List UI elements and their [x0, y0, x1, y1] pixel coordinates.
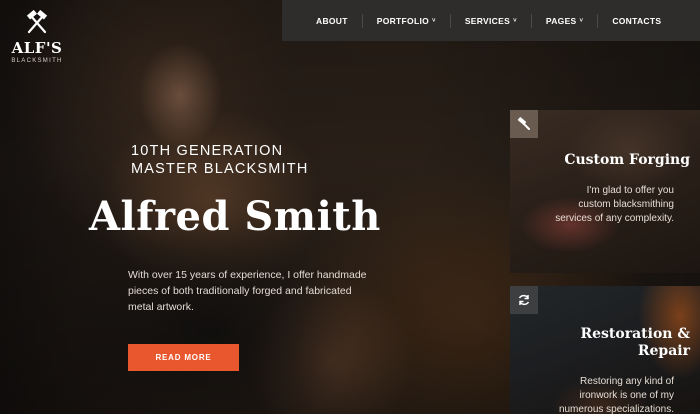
chevron-down-icon: ˅	[579, 17, 584, 24]
refresh-icon	[510, 286, 538, 314]
read-more-button[interactable]: READ MORE	[128, 344, 239, 371]
service-title: Restoration & Repair	[580, 326, 691, 359]
nav-item-label: SERVICES	[464, 15, 511, 26]
nav-item-about[interactable]: ABOUT	[302, 14, 362, 28]
hero-description: With over 15 years of experience, I offe…	[128, 269, 367, 313]
logo-name: ALF'S	[11, 39, 63, 57]
service-description: I'm glad to offer you custom blacksmithi…	[555, 185, 674, 224]
logo-subtitle: BLACKSMITH	[11, 58, 63, 64]
crossed-hammers-icon	[26, 10, 48, 34]
nav-item-portfolio[interactable]: PORTFOLIO ˅	[361, 13, 450, 28]
hero-tagline: 10TH GENERATION MASTER BLACKSMITH	[131, 142, 309, 178]
hero-title: Alfred Smith	[89, 193, 381, 240]
nav-item-services[interactable]: SERVICES ˅	[449, 13, 531, 28]
service-description: Restoring any kind of ironwork is one of…	[558, 376, 674, 414]
main-nav: ABOUT PORTFOLIO ˅ SERVICES ˅ PAGES ˅ CON…	[282, 0, 700, 41]
nav-item-label: CONTACTS	[612, 15, 662, 26]
service-card-restoration-repair[interactable]: Restoration & Repair Restoring any kind …	[510, 286, 700, 414]
tagline-line-2: MASTER BLACKSMITH	[131, 161, 309, 177]
nav-item-pages[interactable]: PAGES ˅	[530, 13, 597, 28]
site-logo[interactable]: ALF'S BLACKSMITH	[10, 10, 64, 64]
service-title: Custom Forging	[564, 152, 690, 168]
tagline-line-1: 10TH GENERATION	[131, 143, 284, 159]
nav-item-label: ABOUT	[316, 15, 348, 26]
chevron-down-icon: ˅	[513, 17, 517, 24]
nav-item-label: PORTFOLIO	[376, 15, 430, 26]
chevron-down-icon: ˅	[432, 17, 436, 24]
nav-item-label: PAGES	[545, 15, 577, 26]
nav-item-contacts[interactable]: CONTACTS	[597, 13, 675, 28]
hammer-icon	[510, 110, 538, 138]
service-card-custom-forging[interactable]: Custom Forging I'm glad to offer you cus…	[510, 110, 700, 273]
